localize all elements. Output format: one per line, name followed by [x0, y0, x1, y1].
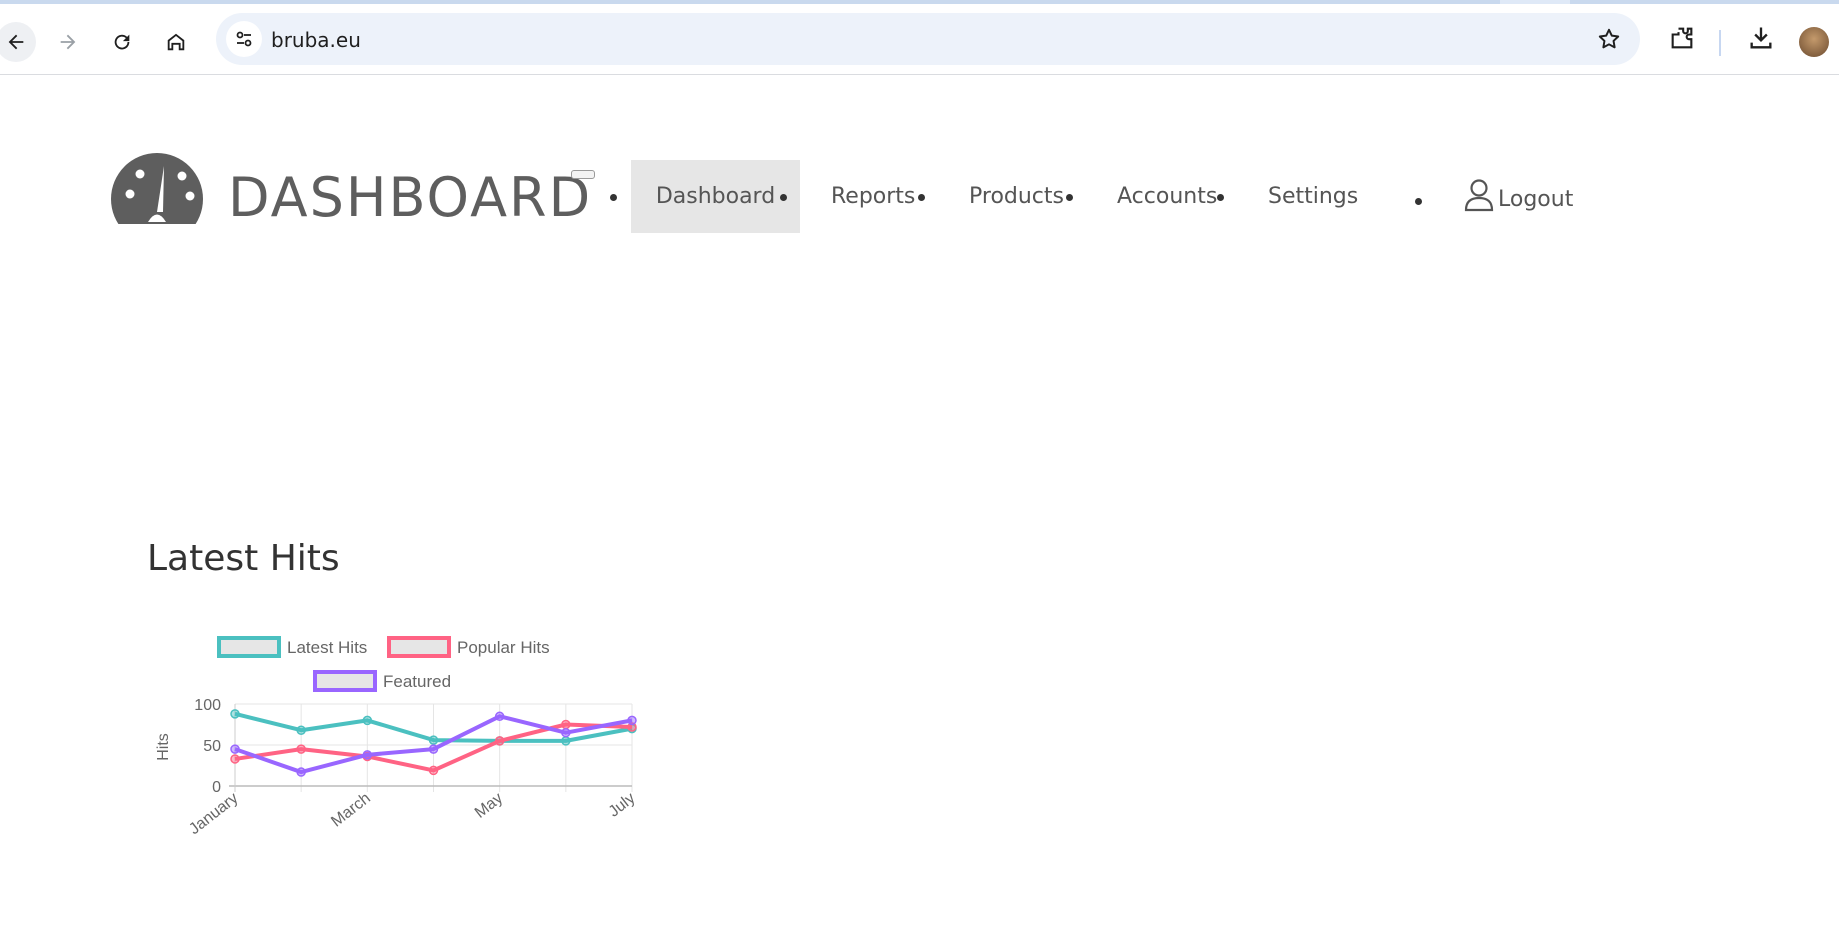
reload-icon	[114, 34, 130, 50]
x-tick-label: May	[472, 790, 506, 822]
navbar-toggler[interactable]	[571, 170, 595, 179]
y-tick-label: 50	[203, 738, 221, 755]
toolbar-divider	[1719, 30, 1721, 56]
nav-reports-label: Reports	[831, 184, 916, 209]
logout-label: Logout	[1498, 187, 1574, 212]
x-tick-label: July	[606, 790, 639, 821]
data-point[interactable]	[494, 736, 505, 746]
data-point[interactable]	[561, 736, 571, 746]
data-point[interactable]	[428, 765, 439, 776]
y-tick-label: 0	[212, 779, 221, 796]
y-tick-label: 100	[194, 697, 221, 714]
nav-bullet	[1415, 198, 1422, 205]
data-point[interactable]	[561, 727, 571, 738]
forward-button[interactable]	[48, 22, 88, 62]
legend-swatch[interactable]	[217, 636, 281, 658]
nav-accounts-label: Accounts	[1117, 184, 1218, 209]
address-bar[interactable]: bruba.eu	[216, 13, 1640, 65]
nav-accounts[interactable]: Accounts	[1117, 160, 1217, 233]
nav-dashboard[interactable]: Dashboard	[631, 160, 800, 233]
x-tick-label: January	[186, 790, 241, 838]
y-axis: 0 50 100	[194, 697, 221, 796]
back-arrow-icon	[8, 34, 24, 50]
profile-avatar[interactable]	[1799, 27, 1829, 57]
data-point[interactable]	[296, 725, 306, 735]
nav-reports[interactable]: Reports	[831, 160, 915, 233]
nav-products-label: Products	[969, 184, 1064, 209]
data-point[interactable]	[296, 767, 306, 777]
y-axis-label: Hits	[155, 733, 172, 761]
data-point[interactable]	[230, 754, 240, 764]
x-tick-label: March	[328, 790, 373, 831]
user-icon	[1464, 179, 1494, 212]
data-point[interactable]	[627, 715, 637, 726]
data-point[interactable]	[428, 735, 439, 745]
data-point[interactable]	[296, 744, 306, 754]
data-point[interactable]	[561, 719, 571, 730]
home-button[interactable]	[156, 22, 196, 62]
data-point[interactable]	[362, 750, 373, 760]
data-point[interactable]	[230, 709, 240, 719]
url-text: bruba.eu	[271, 28, 361, 52]
data-point[interactable]	[428, 744, 439, 754]
nav-bullet	[1217, 194, 1224, 201]
legend-label: Featured	[383, 672, 451, 691]
logout-link[interactable]: Logout	[1464, 178, 1573, 212]
nav-bullet	[780, 194, 787, 201]
legend-swatch[interactable]	[313, 670, 377, 692]
brand-title[interactable]: DASHBOARD	[228, 166, 592, 229]
extensions-icon[interactable]	[1668, 24, 1696, 52]
nav-products[interactable]: Products	[969, 160, 1064, 233]
site-info-icon[interactable]	[226, 21, 262, 57]
section-title: Latest Hits	[147, 538, 340, 579]
line-chart: Latest Hits Popular Hits Featured 0 50 100 J…	[155, 636, 638, 838]
nav-settings[interactable]: Settings	[1268, 160, 1358, 233]
back-button[interactable]	[0, 22, 36, 62]
data-point[interactable]	[494, 711, 505, 722]
reload-button[interactable]	[102, 22, 142, 62]
forward-arrow-icon	[60, 34, 76, 50]
nav-bullet	[918, 194, 925, 201]
data-point[interactable]	[362, 715, 373, 726]
chart-legend: Latest Hits Popular Hits Featured	[217, 636, 550, 692]
legend-label: Latest Hits	[287, 638, 367, 657]
legend-label: Popular Hits	[457, 638, 550, 657]
legend-swatch[interactable]	[387, 636, 451, 658]
home-icon	[167, 33, 185, 51]
browser-toolbar: bruba.eu	[0, 4, 1839, 75]
nav-bullet	[610, 194, 617, 201]
nav-bullet	[1066, 194, 1073, 201]
bookmark-star-icon[interactable]	[1596, 26, 1622, 52]
x-axis: January March May July	[186, 790, 638, 838]
data-point[interactable]	[230, 744, 240, 754]
speedometer-icon[interactable]	[110, 152, 204, 224]
nav-dashboard-label: Dashboard	[655, 184, 776, 209]
nav-settings-label: Settings	[1268, 184, 1359, 209]
download-icon[interactable]	[1747, 24, 1775, 52]
